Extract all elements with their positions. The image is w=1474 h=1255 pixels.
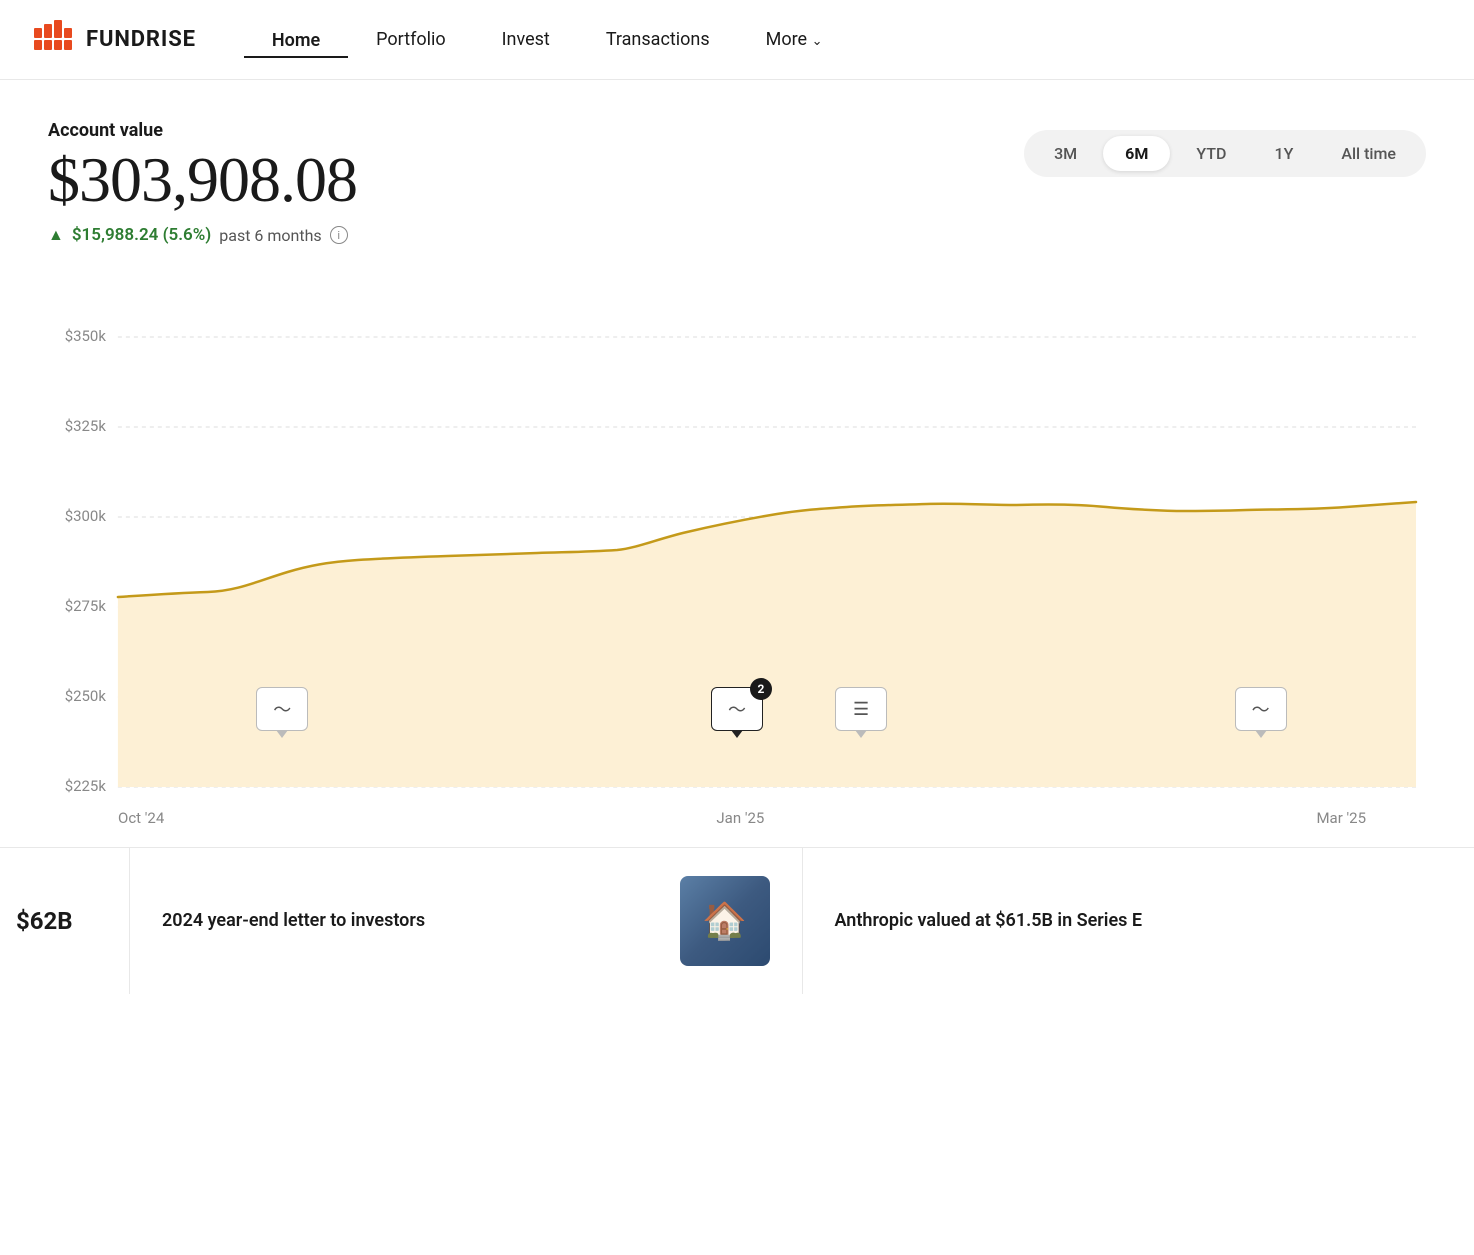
marker-box-1[interactable]: 〜	[256, 687, 308, 731]
navbar: FUNDRISE Home Portfolio Invest Transacti…	[0, 0, 1474, 80]
chart-container: $350k $325k $300k $275k $250k $225k	[48, 277, 1426, 827]
chart-svg-wrap: $350k $325k $300k $275k $250k $225k	[48, 277, 1426, 801]
partial-value: $62B	[16, 907, 73, 935]
nav-link-invest[interactable]: Invest	[474, 21, 578, 58]
nav-more-button[interactable]: More ⌄	[738, 21, 851, 58]
news-item-letter[interactable]: 2024 year-end letter to investors	[130, 848, 803, 994]
chart-marker-3[interactable]: ☰	[835, 687, 887, 731]
logo-area: FUNDRISE	[32, 18, 196, 62]
change-amount: $15,988.24 (5.6%)	[72, 225, 211, 245]
logo-text: FUNDRISE	[86, 27, 196, 52]
main-content: Account value $303,908.08 ▲ $15,988.24 (…	[0, 80, 1474, 827]
account-label: Account value	[48, 120, 357, 141]
account-change: ▲ $15,988.24 (5.6%) past 6 months i	[48, 225, 357, 245]
svg-text:$250k: $250k	[65, 687, 107, 705]
time-btn-3m[interactable]: 3M	[1032, 136, 1099, 171]
nav-item-more[interactable]: More ⌄	[738, 21, 851, 58]
nav-link-portfolio[interactable]: Portfolio	[348, 21, 473, 58]
marker-box-2[interactable]: 2 〜	[711, 687, 763, 731]
time-btn-alltime[interactable]: All time	[1319, 136, 1418, 171]
x-label-oct24: Oct '24	[118, 809, 164, 827]
account-header: Account value $303,908.08 ▲ $15,988.24 (…	[48, 120, 1426, 245]
marker-box-3[interactable]: ☰	[835, 687, 887, 731]
svg-text:$325k: $325k	[65, 417, 107, 435]
chevron-down-icon: ⌄	[812, 34, 823, 49]
time-btn-6m[interactable]: 6M	[1103, 136, 1170, 171]
time-btn-ytd[interactable]: YTD	[1174, 136, 1248, 171]
svg-text:$300k: $300k	[65, 507, 107, 525]
x-label-mar25: Mar '25	[1316, 809, 1366, 827]
time-btn-1y[interactable]: 1Y	[1252, 136, 1315, 171]
nav-item-transactions[interactable]: Transactions	[578, 21, 738, 58]
news-text-anthropic: Anthropic valued at $61.5B in Series E	[835, 909, 1443, 933]
x-axis-labels: Oct '24 Jan '25 Mar '25	[48, 809, 1426, 827]
nav-links: Home Portfolio Invest Transactions More …	[244, 21, 851, 58]
news-item-anthropic[interactable]: Anthropic valued at $61.5B in Series E	[803, 848, 1474, 994]
news-text-letter: 2024 year-end letter to investors	[162, 909, 660, 933]
news-title-anthropic: Anthropic valued at $61.5B in Series E	[835, 909, 1443, 933]
lines-icon: ☰	[853, 699, 869, 720]
news-strip: $62B 2024 year-end letter to investors A…	[0, 847, 1474, 994]
nav-more-label: More	[766, 29, 807, 50]
logo-icon	[32, 18, 76, 62]
trend-icon-4: 〜	[1252, 696, 1270, 722]
account-left: Account value $303,908.08 ▲ $15,988.24 (…	[48, 120, 357, 245]
nav-item-invest[interactable]: Invest	[474, 21, 578, 58]
nav-link-home[interactable]: Home	[244, 22, 348, 58]
chart-marker-4[interactable]: 〜	[1235, 687, 1287, 731]
time-filter: 3M 6M YTD 1Y All time	[1024, 130, 1426, 177]
info-icon[interactable]: i	[330, 226, 348, 244]
change-period: past 6 months	[219, 226, 321, 245]
up-arrow-icon: ▲	[48, 225, 64, 245]
chart-marker-2[interactable]: 2 〜	[711, 687, 763, 731]
nav-item-home[interactable]: Home	[244, 22, 348, 58]
svg-text:$225k: $225k	[65, 777, 107, 795]
marker-box-4[interactable]: 〜	[1235, 687, 1287, 731]
news-title-letter: 2024 year-end letter to investors	[162, 909, 660, 933]
news-thumb-house	[680, 876, 770, 966]
badge-count: 2	[750, 678, 772, 700]
chart-marker-1[interactable]: 〜	[256, 687, 308, 731]
svg-text:$275k: $275k	[65, 597, 107, 615]
x-label-jan25: Jan '25	[716, 809, 764, 827]
trend-icon-1: 〜	[273, 696, 291, 722]
account-value: $303,908.08	[48, 145, 357, 215]
nav-item-portfolio[interactable]: Portfolio	[348, 21, 473, 58]
news-item-partial[interactable]: $62B	[0, 848, 130, 994]
nav-link-transactions[interactable]: Transactions	[578, 21, 738, 58]
svg-text:$350k: $350k	[65, 327, 107, 345]
trend-icon-2: 〜	[728, 696, 746, 722]
